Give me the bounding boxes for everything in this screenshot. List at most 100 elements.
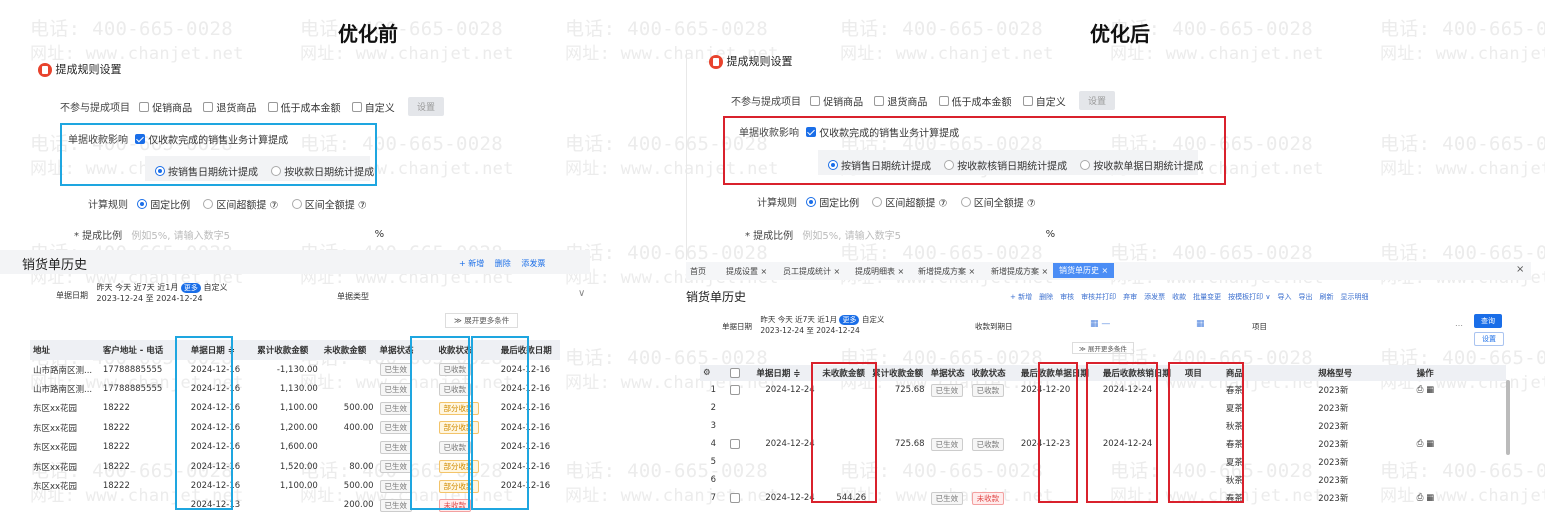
right-col-header[interactable]: 累计收款金额 — [869, 365, 928, 381]
left-opt-promo[interactable]: 促销商品 — [139, 101, 192, 114]
print-icon[interactable]: ⎙ — [1417, 493, 1424, 503]
left-set-button[interactable]: 设置 — [407, 97, 444, 116]
table-cell — [753, 399, 819, 417]
right-toolbar-item[interactable]: 显示明细 — [1340, 293, 1368, 301]
table-cell: 2023新 — [1318, 458, 1349, 468]
right-toolbar-item[interactable]: 弃审 — [1123, 293, 1137, 301]
grid-icon[interactable]: ▦ — [1426, 385, 1434, 395]
right-toolbar-item[interactable]: 删除 — [1039, 293, 1053, 301]
grid-icon[interactable]: ▦ — [1426, 439, 1434, 449]
right-table-scrollbar[interactable] — [1506, 380, 1510, 455]
right-opt-belowcost[interactable]: 低于成本金额 — [938, 95, 1012, 108]
right-opt-return[interactable]: 退货商品 — [874, 95, 927, 108]
row-actions[interactable] — [1414, 417, 1506, 435]
table-cell: 东区xx花园 — [33, 462, 78, 473]
table-cell: 2023新 — [1318, 494, 1349, 504]
left-date-range[interactable]: 2023-12-24 至 2024-12-24 — [97, 294, 203, 303]
left-calc-tier-full[interactable]: 区间全额提 ⑦ — [291, 198, 367, 211]
left-more-pill[interactable]: 更多 — [180, 282, 201, 293]
left-ratio-input[interactable]: 例如5%, 请输入数字5 — [131, 227, 371, 242]
right-toolbar-item[interactable]: 添发票 — [1144, 293, 1165, 301]
right-toolbar-item[interactable]: 导入 — [1277, 293, 1291, 301]
tab-sales-history[interactable]: 销货单历史 × — [1053, 263, 1115, 278]
right-col-header[interactable]: 规格型号 — [1315, 365, 1414, 381]
tab-commission-settings[interactable]: 提成设置 × — [726, 266, 767, 277]
left-opt-custom[interactable]: 自定义 — [351, 101, 395, 114]
row-checkbox[interactable] — [729, 492, 740, 503]
row-actions[interactable]: ⎙ ▦ — [1414, 489, 1506, 507]
right-custom-date[interactable]: 自定义 — [862, 315, 885, 324]
right-col-header[interactable]: 操作 — [1413, 365, 1506, 381]
left-delete-button[interactable]: 删除 — [495, 259, 511, 268]
right-toolbar-item[interactable]: 刷新 — [1319, 293, 1333, 301]
right-set-button[interactable]: 设置 — [1078, 91, 1115, 110]
right-calc-tier-full[interactable]: 区间全额提 ⑦ — [960, 196, 1036, 209]
close-icon[interactable]: × — [1516, 264, 1524, 275]
row-actions[interactable] — [1414, 399, 1506, 417]
right-date-quick[interactable]: 昨天 今天 近7天 近1月 — [760, 315, 837, 324]
left-col-header[interactable]: 未收款金额 — [320, 340, 377, 360]
query-button[interactable]: 查询 — [1474, 314, 1502, 328]
left-opt-return[interactable]: 退货商品 — [203, 101, 256, 114]
grid-icon[interactable]: ▦ — [1426, 493, 1434, 503]
right-col-header[interactable]: 单据状态 — [927, 365, 969, 381]
right-toolbar-item[interactable]: 导出 — [1298, 293, 1312, 301]
right-col-header[interactable]: 单据日期 ≑ — [753, 365, 820, 381]
row-actions[interactable]: ⎙ ▦ — [1414, 435, 1506, 453]
settings-button[interactable]: 设置 — [1474, 332, 1504, 346]
table-cell — [321, 438, 377, 457]
tab-employee-stats[interactable]: 员工提成统计 × — [783, 266, 840, 277]
right-col-header[interactable]: 收款状态 — [968, 365, 1018, 381]
left-date-quick[interactable]: 昨天 今天 近7天 近1月 — [97, 283, 179, 292]
right-toolbar-item[interactable]: 收款 — [1172, 293, 1186, 301]
tab-commission-detail[interactable]: 提成明细表 × — [855, 266, 904, 277]
calendar-icon[interactable]: ▦ — — [1090, 319, 1110, 329]
left-col-header[interactable]: 累计收款金额 — [254, 340, 321, 360]
row-actions[interactable]: ⎙ ▦ — [1414, 381, 1506, 399]
right-opt-custom[interactable]: 自定义 — [1022, 95, 1066, 108]
right-ratio-row: * 提成比例 例如5%, 请输入数字5 % — [745, 227, 1055, 242]
left-calc-fixed[interactable]: 固定比例 — [137, 198, 190, 211]
left-col-header[interactable]: 地址 — [30, 340, 100, 360]
select-all-checkbox[interactable] — [726, 365, 754, 381]
table-cell — [969, 417, 1018, 435]
right-toolbar-item[interactable]: 审核 — [1060, 293, 1074, 301]
row-checkbox[interactable] — [729, 438, 740, 449]
row-index: 6 — [710, 475, 717, 485]
left-invoice-button[interactable]: 添发票 — [521, 259, 545, 268]
tab-new-plan-2[interactable]: 新增提成方案 × — [991, 266, 1048, 277]
right-ratio-input[interactable]: 例如5%, 请输入数字5 — [802, 227, 1042, 242]
tab-home[interactable]: 首页 — [690, 266, 706, 277]
print-icon[interactable]: ⎙ — [1417, 439, 1424, 449]
right-calc-tier-excess[interactable]: 区间超额提 ⑦ — [872, 196, 948, 209]
row-checkbox[interactable] — [729, 384, 740, 395]
left-calc-tier-excess[interactable]: 区间超额提 ⑦ — [203, 198, 279, 211]
left-custom-date[interactable]: 自定义 — [203, 283, 227, 292]
calendar-icon-end[interactable]: ▦ — [1196, 319, 1205, 329]
left-doctype-chevron-icon[interactable]: ∨ — [578, 288, 585, 299]
table-cell — [753, 453, 819, 471]
right-more-pill[interactable]: 更多 — [839, 314, 860, 325]
left-expand-button[interactable]: ≫ 展开更多条件 — [445, 313, 519, 328]
settings-gear-icon[interactable]: ⚙ — [700, 365, 727, 381]
row-actions[interactable] — [1414, 471, 1506, 489]
print-icon[interactable]: ⎙ — [1417, 385, 1424, 395]
tab-new-plan-1[interactable]: 新增提成方案 × — [918, 266, 975, 277]
right-calc-fixed[interactable]: 固定比例 — [806, 196, 859, 209]
right-expand-button[interactable]: ≫ 展开更多条件 — [1072, 342, 1134, 354]
right-toolbar-item[interactable]: 批量变更 — [1193, 293, 1221, 301]
right-toolbar-item[interactable]: + 新增 — [1010, 293, 1032, 301]
right-toolbar-item[interactable]: 按模板打印 ∨ — [1228, 293, 1270, 301]
left-opt-belowcost[interactable]: 低于成本金额 — [267, 101, 341, 114]
table-cell — [30, 496, 100, 515]
right-date-range[interactable]: 2023-12-24 至 2024-12-24 — [760, 326, 859, 335]
more-dots-icon[interactable]: … — [1455, 319, 1463, 328]
right-toolbar-item[interactable]: 审核并打印 — [1081, 293, 1116, 301]
table-cell — [928, 399, 969, 417]
table-cell: 山市路南区测... — [33, 365, 93, 376]
status-badge: 已生效 — [930, 491, 964, 505]
right-opt-promo[interactable]: 促销商品 — [810, 95, 863, 108]
table-cell — [869, 417, 927, 435]
left-add-button[interactable]: + 新增 — [459, 259, 484, 268]
row-actions[interactable] — [1414, 453, 1506, 471]
